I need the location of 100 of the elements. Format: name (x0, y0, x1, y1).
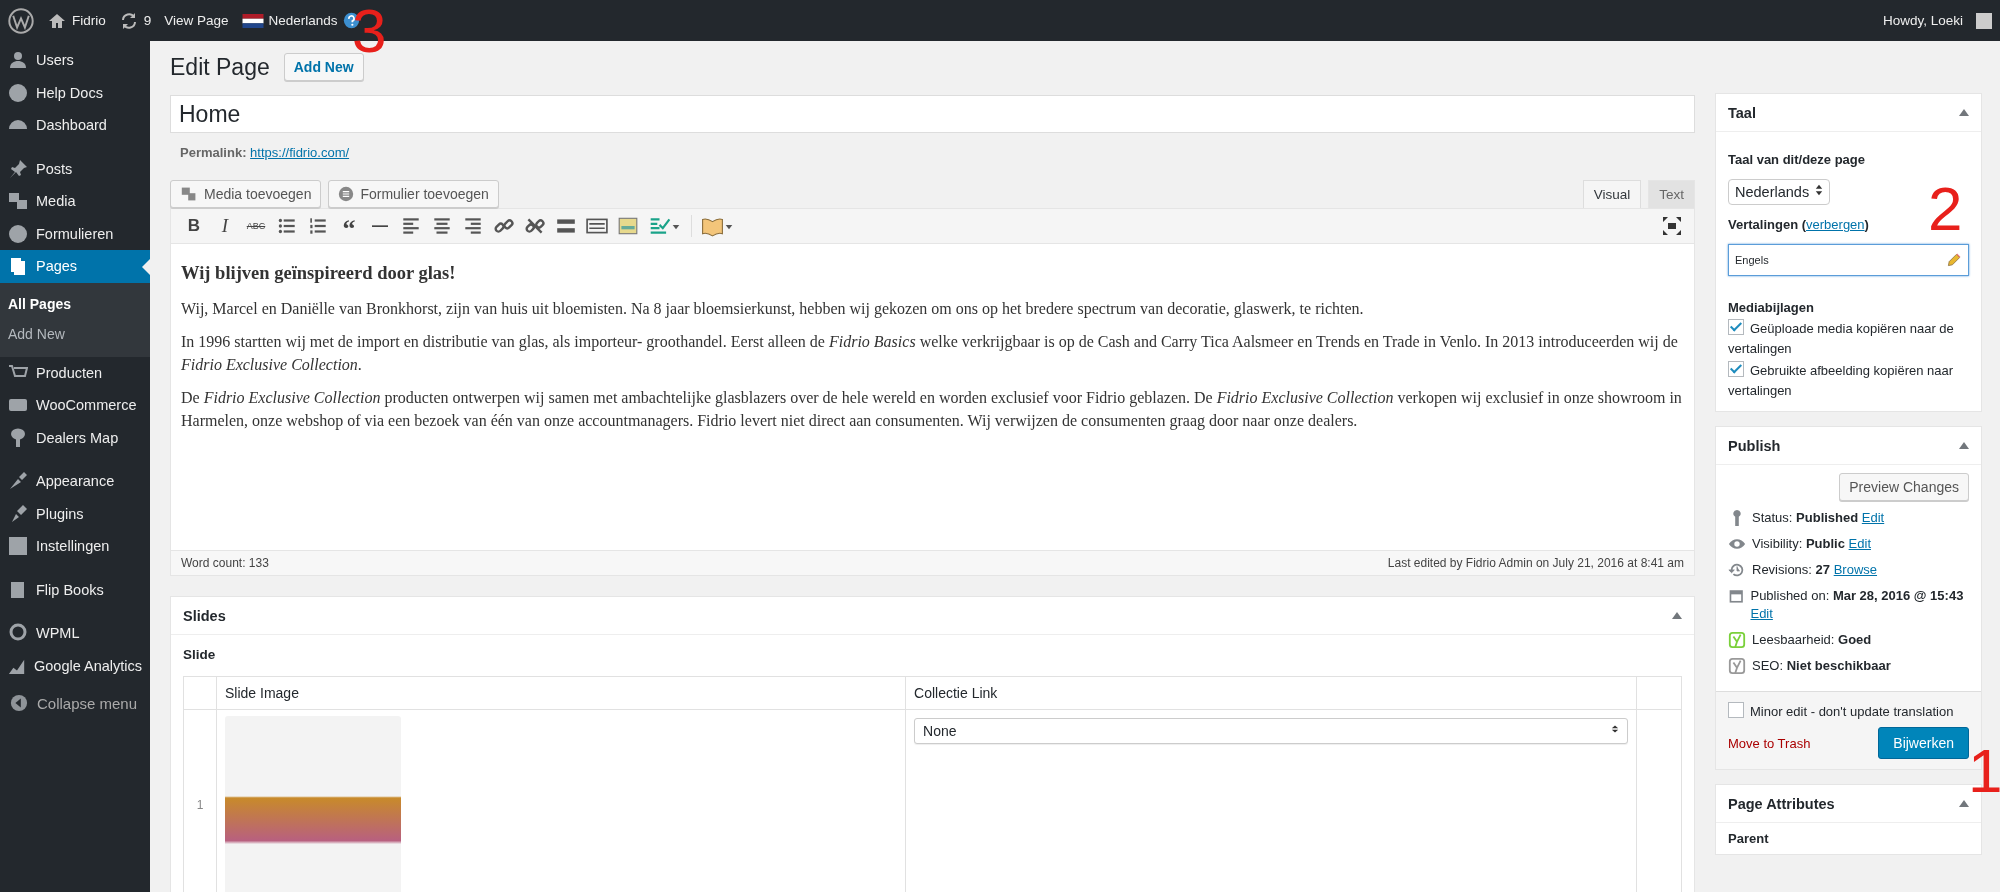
menu-item[interactable]: Dashboard (0, 109, 150, 142)
collapse-arrow-icon[interactable] (1959, 442, 1969, 449)
add-new-button[interactable]: Add New (283, 53, 364, 81)
checkbox[interactable] (1728, 702, 1744, 718)
align-right-icon[interactable] (462, 215, 484, 237)
publish-info-text: Revisions: 27 Browse (1752, 561, 1878, 579)
brush-icon (8, 471, 28, 492)
select-arrows-icon (1611, 723, 1619, 735)
menu-item[interactable]: Flip Books (0, 573, 150, 606)
field-label: Mediabijlagen (1728, 300, 1815, 315)
submenu-item[interactable]: Add New (0, 318, 150, 349)
add-media-button[interactable]: Media toevoegen (170, 180, 322, 208)
align-left-icon[interactable] (400, 215, 422, 237)
wordpress-logo-icon (8, 7, 34, 34)
pages-icon (8, 256, 28, 277)
language-select[interactable]: Nederlands (1728, 179, 1831, 205)
content-paragraph: Wij, Marcel en Daniëlle van Bronkhorst, zijn van huis uit bloemisten. Na 8 jaar bloemsierkunst, hebben wij gekozen om ons op het bredere spectrum van decoratie, glaswerk, te richten. (181, 299, 1365, 320)
view-page-link[interactable]: View Page (164, 13, 229, 28)
translation-field[interactable]: Engels (1728, 244, 1969, 276)
menu-item[interactable]: Users (0, 44, 150, 77)
site-name-link[interactable]: Fidrio (72, 13, 106, 28)
fullscreen-icon (1662, 216, 1682, 236)
editor-tab[interactable]: Text (1648, 180, 1695, 208)
preview-changes-button[interactable]: Preview Changes (1839, 473, 1969, 501)
menu-item[interactable]: Posts (0, 152, 150, 185)
checkbox[interactable] (1728, 319, 1744, 335)
edit-link[interactable]: Browse (1833, 562, 1878, 577)
bold-button[interactable]: B (183, 215, 205, 237)
collapse-icon (10, 694, 28, 712)
publish-info-text: Published on: Mar 28, 2016 @ 15:43 Edit (1750, 587, 1965, 623)
column-header: Collectie Link (905, 676, 1637, 710)
annotation-number: 1 (1968, 740, 2000, 802)
menu-item[interactable]: Media (0, 185, 150, 218)
permalink-link[interactable]: https://fidrio.com/ (250, 145, 350, 160)
box-title: Slides (183, 607, 226, 624)
language-switcher[interactable]: Nederlands (268, 13, 338, 28)
add-form-button[interactable]: Formulier toevoegen (328, 180, 499, 208)
title-field[interactable]: Home (170, 95, 1695, 133)
italic-button[interactable]: I (214, 215, 236, 237)
menu-item[interactable]: Pages (0, 250, 150, 283)
pencil-icon (1946, 252, 1962, 268)
collapse-arrow-icon[interactable] (1959, 800, 1969, 807)
publish-info-text: Status: Published Edit (1752, 509, 1885, 527)
strikethrough-button[interactable]: ABC (245, 215, 267, 237)
last-edited-text: Last edited by Fidrio Admin on July 21, 2016 at 8:41 am (1387, 556, 1684, 570)
menu-item[interactable]: Google Analytics (0, 649, 150, 682)
users-icon (8, 50, 28, 71)
edit-link[interactable]: Edit (1750, 606, 1773, 621)
menu-item[interactable]: Plugins (0, 497, 150, 530)
calendar-icon (1728, 587, 1745, 605)
media-icon (8, 191, 28, 212)
field-label: Taal van dit/deze page (1728, 152, 1867, 167)
submenu-item[interactable]: All Pages (0, 288, 150, 319)
avatar-icon[interactable] (1976, 12, 1992, 29)
greeting-link[interactable]: Howdy, Loeki (1882, 13, 1963, 28)
align-center-icon[interactable] (431, 215, 453, 237)
menu-item[interactable]: Dealers Map (0, 421, 150, 454)
hide-link[interactable]: verbergen (1806, 217, 1865, 232)
translations-label: Vertalingen (verbergen) (1728, 217, 1870, 232)
menu-item[interactable]: WPML (0, 617, 150, 650)
menu-item[interactable]: Appearance (0, 465, 150, 498)
box-title: Page Attributes (1728, 795, 1835, 812)
clock-icon (1728, 561, 1746, 579)
page-heading: Edit Page (170, 53, 270, 81)
menu-item[interactable]: Formulieren (0, 217, 150, 250)
chart-dropdown-icon[interactable] (648, 215, 682, 237)
edit-link[interactable]: Edit (1848, 536, 1871, 551)
seo-icon (1728, 657, 1746, 675)
book-dropdown-icon[interactable] (701, 215, 735, 237)
publish-info-text: SEO: Niet beschikbaar (1752, 657, 1891, 675)
row-number: 1 (183, 709, 217, 892)
map-pin-icon (8, 427, 28, 448)
blockquote-button[interactable]: “ (338, 213, 360, 239)
content-paragraph: In 1996 startten wij met de import en distributie van glas, als importeur- groothandel. Eerst alleen de Fidrio Basics welke verkrijgbaar is op de Cash and Carry Tica Aalsmeer en Trends en Trade in Venlo. In 2013 introduceerden wij de Fidrio Exclusive Collection. (181, 332, 1679, 375)
collapse-arrow-icon[interactable] (1672, 612, 1682, 619)
checkbox-option[interactable]: Gebruikte afbeelding kopiëren naar vertalingen (1728, 361, 1969, 401)
horizontal-line-button[interactable]: — (369, 215, 391, 237)
annotation-number: 2 (1928, 178, 1963, 240)
readability-icon (1728, 631, 1746, 649)
move-to-trash-link[interactable]: Move to Trash (1728, 735, 1811, 751)
collapse-menu-button[interactable]: Collapse menu (0, 690, 150, 716)
checkbox-option[interactable]: Minor edit - don't update translation (1728, 702, 1969, 719)
menu-item[interactable]: Producten (0, 356, 150, 389)
flag-icon (241, 13, 264, 28)
content-paragraph: De Fidrio Exclusive Collection producten ontwerpen wij samen met ambachtelijke glasblazers over de hele wereld en worden exclusief voor Fidrio geblazen. De Fidrio Exclusive Collection verkopen wij exclusief in onze showroom in Harmelen, onze webshop of via een bezoek van één van onze accountmanagers. Fidrio levert niet direct aan consumenten. Wij verwijzen de consumenten graag door naar onze dealers. (181, 388, 1683, 432)
publish-info-text: Visibility: Public Edit (1752, 535, 1871, 553)
update-button[interactable]: Bijwerken (1878, 727, 1969, 759)
field-label: Slide (183, 647, 217, 662)
menu-item[interactable]: WooCommerce (0, 389, 150, 422)
numbered-list-icon[interactable] (307, 215, 329, 237)
content-heading: Wij blijven geïnspireerd door glas! (181, 262, 457, 285)
link-select[interactable]: None (914, 718, 1628, 744)
collapse-arrow-icon[interactable] (1959, 109, 1969, 116)
updates-count[interactable]: 9 (143, 13, 152, 28)
menu-item[interactable]: Instellingen (0, 530, 150, 563)
checkbox[interactable] (1728, 361, 1744, 377)
edit-link[interactable]: Edit (1861, 510, 1885, 525)
checkbox-option[interactable]: Geüploade media kopiëren naar de vertalingen (1728, 319, 1969, 359)
menu-item[interactable]: Help Docs (0, 76, 150, 109)
editor-tab[interactable]: Visual (1582, 180, 1642, 208)
